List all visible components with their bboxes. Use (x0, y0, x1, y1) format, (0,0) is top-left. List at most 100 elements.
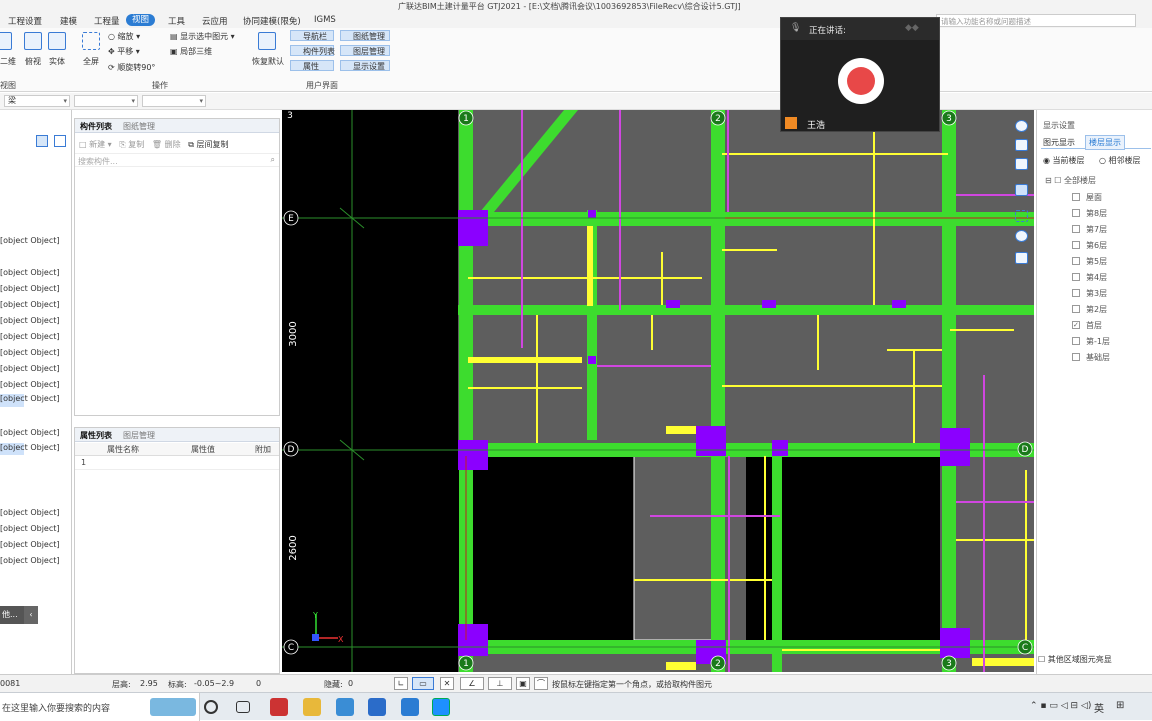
nav-item[interactable]: [object Object] (0, 540, 60, 549)
input-method-icon[interactable]: ⊞ (1116, 700, 1124, 711)
tab-element-display[interactable]: 图元显示 (1043, 137, 1075, 148)
component-list-toggle[interactable]: 构件列表 (290, 45, 335, 56)
menu-item-view[interactable]: 视图 (126, 14, 156, 26)
floor-checkbox[interactable] (1072, 193, 1080, 201)
nav-item[interactable]: [object Object] (0, 284, 60, 293)
grid-view-icon[interactable] (54, 135, 66, 147)
nav-item[interactable]: [object Object] (0, 300, 60, 309)
drawing-manage-toggle[interactable]: 图纸管理 (340, 30, 390, 41)
orbit-icon[interactable] (1015, 120, 1028, 132)
settings-gear-icon[interactable] (1015, 230, 1028, 242)
meeting-app-icon[interactable] (368, 698, 386, 716)
file-explorer-icon[interactable] (303, 698, 321, 716)
floor-checkbox[interactable] (1072, 337, 1080, 345)
3d-cube-icon[interactable] (1015, 184, 1028, 196)
2d-view-icon[interactable] (0, 32, 12, 50)
tab-floor-display[interactable]: 楼层显示 (1085, 135, 1125, 150)
all-floors-item[interactable]: ⊟ ☐ 全部楼层 (1045, 175, 1096, 186)
show-selected-button[interactable]: ▤ 显示选中图元 ▾ (170, 31, 235, 42)
nav-item[interactable]: [object Object] (0, 348, 60, 357)
pan-button[interactable]: ✥ 平移 ▾ (108, 46, 140, 57)
tab-property-list[interactable]: 属性列表 (80, 430, 112, 441)
nav-item[interactable]: [object Object] (0, 556, 60, 565)
floor-checkbox[interactable] (1072, 305, 1080, 313)
menu-item-cloud[interactable]: 云应用 (202, 15, 228, 27)
floor-checkbox[interactable] (1072, 353, 1080, 361)
menu-item-collab[interactable]: 协同建模(限免) (243, 15, 301, 27)
cortana-icon[interactable] (204, 700, 218, 714)
gtj-app-icon[interactable] (432, 698, 450, 716)
menu-item-project-settings[interactable]: 工程设置 (8, 15, 42, 27)
nav-item[interactable]: [object Object] (0, 524, 60, 533)
nav-item-selected[interactable]: [object Object] (0, 443, 60, 455)
display-settings-toggle[interactable]: 显示设置 (340, 60, 390, 71)
new-button[interactable]: □ 新建 ▾ (79, 140, 112, 149)
cross-select-button[interactable]: ✕ (440, 677, 454, 690)
app-cad-icon[interactable] (401, 698, 419, 716)
floor-checkbox[interactable] (1072, 241, 1080, 249)
nav-item[interactable]: [object Object] (0, 428, 60, 437)
tab-component-list[interactable]: 构件列表 (80, 121, 112, 132)
fullscreen-icon[interactable] (82, 32, 100, 50)
floor-copy-button[interactable]: ⧉ 层间复制 (188, 140, 228, 149)
nav-item[interactable]: [object Object] (0, 364, 60, 373)
tab-layer-manage[interactable]: 图层管理 (123, 430, 155, 441)
component-type-select[interactable]: 梁 (4, 95, 70, 107)
floor-checkbox[interactable] (1072, 209, 1080, 217)
app-blue-icon[interactable] (336, 698, 354, 716)
floor-checkbox[interactable] (1072, 257, 1080, 265)
floor-checkbox[interactable] (1072, 273, 1080, 281)
restore-default-icon[interactable] (258, 32, 276, 50)
app-red-icon[interactable] (270, 698, 288, 716)
ime-indicator[interactable]: 英 (1094, 700, 1104, 715)
tray-icons[interactable]: ⌃ ▪ ▭ ◁ ⊟ ◁) (1030, 701, 1091, 711)
nav-item[interactable]: [object Object] (0, 332, 60, 341)
angle-button[interactable]: ∠ (460, 677, 484, 690)
radio-current-floor[interactable]: ◉ 当前楼层 (1043, 155, 1085, 166)
other-region-checkbox[interactable]: ☐ 其他区域图元亮显 (1038, 654, 1112, 665)
menu-item-modeling[interactable]: 建模 (60, 15, 77, 27)
menu-item-quantity[interactable]: 工程量 (94, 15, 120, 27)
select-box-button[interactable]: ▭ (412, 677, 434, 690)
menu-item-igms[interactable]: IGMS (314, 15, 336, 25)
zoom-button[interactable]: ○ 缩放 ▾ (108, 31, 140, 42)
floor-checkbox[interactable] (1072, 289, 1080, 297)
nav-item[interactable]: [object Object] (0, 268, 60, 277)
nav-item-selected[interactable]: [object Object] (0, 394, 60, 407)
top-view-icon[interactable] (24, 32, 42, 50)
nav-bar-toggle[interactable]: 导航栏 (290, 30, 334, 41)
fit-view-icon[interactable] (1015, 210, 1028, 222)
rotate-button[interactable]: ⟳ 顺旋转90° (108, 62, 155, 73)
nav-item[interactable]: [object Object] (0, 380, 60, 389)
component-search-input[interactable]: 搜索构件... ⌕ (75, 153, 279, 167)
list-view-icon[interactable] (36, 135, 48, 147)
nav-item[interactable]: [object Object] (0, 508, 60, 517)
nav-item[interactable]: [object Object] (0, 236, 60, 245)
front-view-tool-icon[interactable] (1015, 158, 1028, 170)
radio-related-floor[interactable]: ○ 相邻楼层 (1099, 155, 1141, 166)
sub-select[interactable] (142, 95, 206, 107)
drawing-canvas[interactable]: 1 2 3 1 2 3 E D C D C 3 3000 2600 Y X (282, 110, 1034, 672)
top-view-tool-icon[interactable] (1015, 139, 1028, 151)
offset-button[interactable]: ⊥ (488, 677, 512, 690)
table-row[interactable]: 1 (75, 457, 279, 470)
help-search-input[interactable]: 请输入功能名称或问题描述 (936, 14, 1136, 27)
more-button[interactable]: 他... ‹ (0, 606, 38, 624)
curve-button[interactable]: ⌒ (534, 677, 548, 690)
floor-checkbox[interactable] (1072, 225, 1080, 233)
local-3d-button[interactable]: ▣ 局部三维 (170, 46, 212, 57)
floor-checkbox[interactable]: ✓ (1072, 321, 1080, 329)
copy-button[interactable]: ⎘ 复制 (119, 140, 144, 149)
nav-item[interactable]: [object Object] (0, 316, 60, 325)
menu-item-tools[interactable]: 工具 (168, 15, 185, 27)
component-select[interactable] (74, 95, 138, 107)
property-toggle[interactable]: 属性 (290, 60, 334, 71)
notes-icon[interactable] (1015, 252, 1028, 264)
ortho-button[interactable]: ∟ (394, 677, 408, 690)
solid-view-icon[interactable] (48, 32, 66, 50)
tab-drawing-manage[interactable]: 图纸管理 (123, 121, 155, 132)
delete-button[interactable]: 🗑 删除 (152, 140, 181, 149)
layer-manage-toggle[interactable]: 图层管理 (340, 45, 390, 56)
snap-button[interactable]: ▣ (516, 677, 530, 690)
task-view-icon[interactable] (236, 701, 250, 713)
